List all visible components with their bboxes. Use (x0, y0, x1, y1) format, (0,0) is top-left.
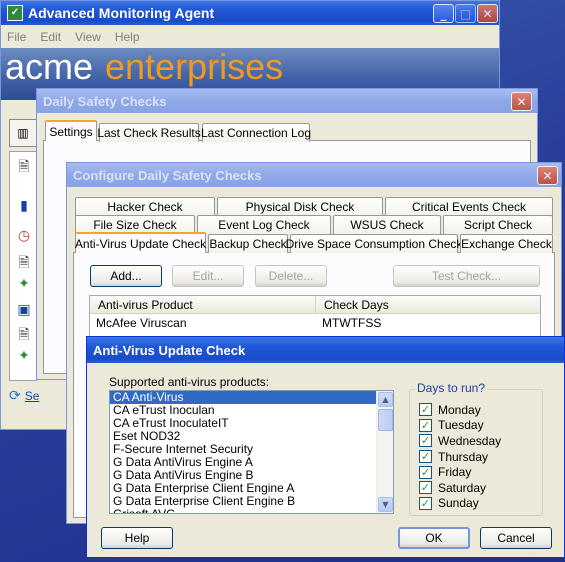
tab-settings[interactable]: Settings (45, 120, 97, 141)
file-icon[interactable]: ▮ (13, 195, 35, 217)
av-dialog-title: Anti-Virus Update Check (93, 342, 246, 358)
refresh-icon: ⟳ (9, 388, 21, 404)
table-row[interactable]: McAfee Viruscan MTWTFSS (90, 314, 540, 332)
checkbox-thursday[interactable]: ✓ (419, 450, 432, 464)
tab-exchange-check[interactable]: Exchange Check (460, 234, 553, 253)
days-label: Days to run? (415, 381, 488, 395)
tab-backup-check[interactable]: Backup Check (208, 234, 288, 253)
day-label: Wednesday (438, 433, 502, 448)
maximize-button[interactable]: □ (455, 4, 476, 23)
agent-app-icon: ✓ (7, 5, 23, 21)
menu-view[interactable]: View (75, 30, 101, 44)
tab-critical-events-check[interactable]: Critical Events Check (385, 197, 553, 216)
menu-edit[interactable]: Edit (40, 30, 61, 44)
day-label: Thursday (438, 449, 489, 464)
add-button[interactable]: Add... (90, 265, 162, 287)
menu-file[interactable]: File (7, 30, 26, 44)
edit-document-icon[interactable]: 🗎 (13, 253, 35, 275)
settings-link[interactable]: ⟳ Se (9, 388, 39, 404)
scroll-down-arrow[interactable]: ▼ (378, 497, 393, 512)
list-header: Anti-virus Product Check Days (90, 296, 540, 314)
day-row-wednesday[interactable]: ✓ Wednesday (419, 433, 501, 449)
tab-event-log-check[interactable]: Event Log Check (197, 215, 331, 234)
day-row-monday[interactable]: ✓ Monday (419, 402, 501, 418)
checkbox-monday[interactable]: ✓ (419, 403, 432, 417)
help-button[interactable]: Help (101, 527, 173, 549)
toolbar-icon[interactable]: ▥ (17, 126, 28, 140)
day-row-thursday[interactable]: ✓ Thursday (419, 449, 501, 465)
menu-help[interactable]: Help (115, 30, 140, 44)
av-dialog: Anti-Virus Update Check Supported anti-v… (86, 336, 565, 558)
tab-drive-space-consumption-check[interactable]: Drive Space Consumption Check (286, 234, 462, 253)
run-icon[interactable]: ✦ (13, 273, 35, 295)
document-icon[interactable]: 🗎 (13, 157, 35, 179)
day-row-saturday[interactable]: ✓ Saturday (419, 480, 501, 496)
checkbox-friday[interactable]: ✓ (419, 465, 432, 479)
day-label: Sunday (438, 496, 479, 511)
cancel-button[interactable]: Cancel (480, 527, 552, 549)
tab-script-check[interactable]: Script Check (443, 215, 553, 234)
checkbox-tuesday[interactable]: ✓ (419, 418, 432, 432)
configure-title: Configure Daily Safety Checks (73, 167, 262, 183)
run-icon-2[interactable]: ✦ (13, 345, 35, 367)
av-dialog-titlebar[interactable]: Anti-Virus Update Check (87, 337, 564, 363)
day-label: Friday (438, 465, 472, 480)
ok-button[interactable]: OK (398, 527, 470, 549)
tab-anti-virus-update-check[interactable]: Anti-Virus Update Check (75, 232, 206, 253)
day-row-friday[interactable]: ✓ Friday (419, 464, 501, 480)
clock-icon[interactable]: ◷ (13, 225, 35, 247)
delete-button[interactable]: Delete... (255, 265, 327, 287)
agent-title: Advanced Monitoring Agent (28, 5, 215, 21)
tab-hacker-check[interactable]: Hacker Check (75, 197, 215, 216)
scroll-up-arrow[interactable]: ▲ (378, 392, 393, 407)
day-row-tuesday[interactable]: ✓ Tuesday (419, 418, 501, 434)
column-anti-virus-product[interactable]: Anti-virus Product (90, 296, 316, 313)
scroll-thumb[interactable] (378, 409, 393, 431)
edit-button[interactable]: Edit... (172, 265, 244, 287)
tab-last-check-results[interactable]: Last Check Results (97, 123, 201, 142)
minimize-button[interactable]: _ (433, 4, 454, 23)
agent-menubar: File Edit View Help (1, 27, 499, 47)
agent-toolbar: ▥ (9, 119, 37, 147)
products-listbox[interactable]: CA Anti-Virus CA eTrust Inoculan CA eTrust… (109, 390, 394, 514)
banner-enterprises: enterprises (105, 48, 284, 87)
calendar-icon[interactable]: ▣ (13, 299, 35, 321)
av-list-view[interactable]: Anti-virus Product Check Days McAfee Vir… (89, 295, 541, 337)
list-item[interactable]: Grisoft AVG (110, 508, 376, 514)
days-list: ✓ Monday ✓ Tuesday ✓ Wednesday ✓ Thursday ✓ Frida… (419, 402, 501, 511)
listbox-scrollbar[interactable]: ▲ ▼ (376, 391, 393, 513)
safety-close-button[interactable]: ✕ (511, 92, 532, 111)
test-check-button[interactable]: Test Check... (393, 265, 540, 287)
tab-physical-disk-check[interactable]: Physical Disk Check (217, 197, 383, 216)
safety-title: Daily Safety Checks (43, 93, 167, 109)
day-label: Tuesday (438, 418, 484, 433)
day-row-sunday[interactable]: ✓ Sunday (419, 496, 501, 512)
day-label: Saturday (438, 480, 487, 495)
tab-last-connection-log[interactable]: Last Connection Log (201, 123, 311, 142)
supported-label: Supported anti-virus products: (109, 375, 270, 389)
checkbox-sunday[interactable]: ✓ (419, 496, 432, 510)
configure-close-button[interactable]: ✕ (537, 166, 558, 185)
column-check-days[interactable]: Check Days (316, 296, 389, 313)
close-button[interactable]: ✕ (477, 4, 498, 23)
day-label: Monday (438, 402, 481, 417)
safety-titlebar[interactable]: Daily Safety Checks (37, 89, 537, 113)
agent-titlebar[interactable]: ✓ Advanced Monitoring Agent (1, 1, 499, 25)
cell-product: McAfee Viruscan (96, 316, 187, 330)
configure-titlebar[interactable]: Configure Daily Safety Checks (67, 163, 561, 187)
checkbox-saturday[interactable]: ✓ (419, 481, 432, 495)
products-list: CA Anti-Virus CA eTrust Inoculan CA eTrust… (110, 391, 376, 514)
banner-acme: acme (5, 48, 94, 87)
cell-days: MTWTFSS (322, 316, 382, 330)
tab-wsus-check[interactable]: WSUS Check (333, 215, 441, 234)
checkbox-wednesday[interactable]: ✓ (419, 434, 432, 448)
edit-document-icon-2[interactable]: 🗎 (13, 325, 35, 347)
